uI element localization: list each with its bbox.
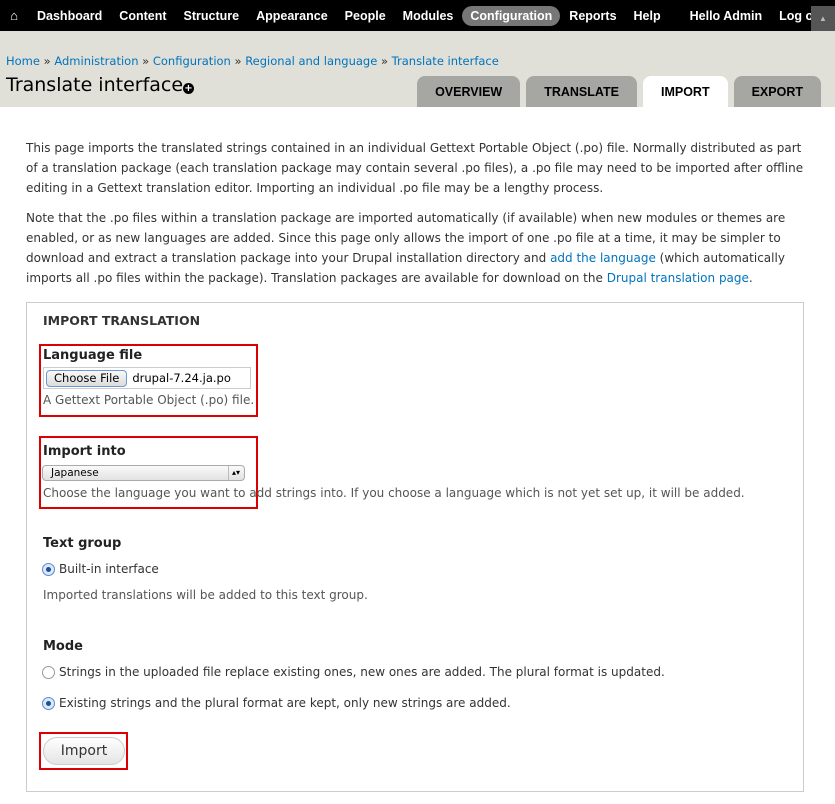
toolbar-reports[interactable]: Reports <box>561 6 624 26</box>
language-file-label: Language file <box>43 348 143 363</box>
toolbar-configuration[interactable]: Configuration <box>462 5 561 26</box>
text-group-description: Imported translations will be added to t… <box>43 588 368 602</box>
breadcrumb-separator: » <box>380 54 389 68</box>
hello-text: Hello <box>689 8 721 23</box>
toolbar-structure[interactable]: Structure <box>176 6 248 26</box>
drupal-translation-link[interactable]: Drupal translation page <box>607 271 749 285</box>
breadcrumb-regional[interactable]: Regional and language <box>245 54 377 68</box>
tabs: OVERVIEW TRANSLATE IMPORT EXPORT <box>417 76 821 107</box>
text-group-label: Text group <box>43 536 122 551</box>
toolbar-appearance[interactable]: Appearance <box>248 6 336 26</box>
tab-import[interactable]: IMPORT <box>642 76 728 107</box>
page-title: Translate interface <box>6 74 184 96</box>
toolbar-help[interactable]: Help <box>626 6 669 26</box>
mode-option-keep[interactable]: Existing strings and the plural format a… <box>59 696 511 710</box>
breadcrumb-administration[interactable]: Administration <box>54 54 138 68</box>
breadcrumb: Home » Administration » Configuration » … <box>6 54 499 68</box>
username: Admin <box>723 8 763 23</box>
intro-paragraph-2: Note that the .po files within a transla… <box>26 208 806 288</box>
select-arrows-icon: ▴▾ <box>227 466 240 480</box>
import-into-description: Choose the language you want to add stri… <box>43 486 745 500</box>
choose-file-button[interactable]: Choose File <box>46 369 128 387</box>
toolbar-modules[interactable]: Modules <box>395 6 462 26</box>
tab-overview[interactable]: OVERVIEW <box>417 76 521 107</box>
breadcrumb-separator: » <box>234 54 242 68</box>
add-shortcut-icon[interactable]: + <box>183 83 194 94</box>
import-translation-fieldset: IMPORT TRANSLATION Language file Choose … <box>26 302 804 792</box>
intro-paragraph-1: This page imports the translated strings… <box>26 141 804 195</box>
breadcrumb-separator: » <box>43 54 51 68</box>
mode-radio-keep[interactable] <box>42 697 55 710</box>
breadcrumb-configuration[interactable]: Configuration <box>153 54 231 68</box>
add-language-link[interactable]: add the language <box>550 251 656 265</box>
tab-translate[interactable]: TRANSLATE <box>526 76 637 107</box>
breadcrumb-separator: » <box>142 54 150 68</box>
page-header: Home » Administration » Configuration » … <box>0 31 835 107</box>
tab-export[interactable]: EXPORT <box>733 76 821 107</box>
import-into-select[interactable]: Japanese ▴▾ <box>42 465 245 481</box>
text: . <box>748 271 753 285</box>
breadcrumb-translate[interactable]: Translate interface <box>392 54 499 68</box>
fieldset-legend: IMPORT TRANSLATION <box>43 313 201 328</box>
file-name: drupal-7.24.ja.po <box>132 371 231 385</box>
import-button[interactable]: Import <box>43 737 125 765</box>
import-into-label: Import into <box>43 444 126 459</box>
text-group-option[interactable]: Built-in interface <box>59 562 159 576</box>
home-icon[interactable]: ⌂ <box>0 5 28 26</box>
mode-radio-replace[interactable] <box>42 666 55 679</box>
mode-option-replace[interactable]: Strings in the uploaded file replace exi… <box>59 665 665 679</box>
toolbar-people[interactable]: People <box>337 6 394 26</box>
intro-text: This page imports the translated strings… <box>26 138 806 298</box>
toolbar-content[interactable]: Content <box>111 6 174 26</box>
text-group-radio[interactable] <box>42 563 55 576</box>
selected-language: Japanese <box>51 467 99 479</box>
breadcrumb-home[interactable]: Home <box>6 54 40 68</box>
toolbar-toggle-icon[interactable]: ▲ <box>811 6 835 31</box>
hello-user[interactable]: Hello Admin <box>682 6 770 26</box>
admin-toolbar: ⌂ Dashboard Content Structure Appearance… <box>0 0 835 31</box>
mode-label: Mode <box>43 639 83 654</box>
language-file-description: A Gettext Portable Object (.po) file. <box>43 393 255 407</box>
toolbar-dashboard[interactable]: Dashboard <box>29 6 110 26</box>
language-file-input[interactable]: Choose File drupal-7.24.ja.po <box>43 367 251 389</box>
